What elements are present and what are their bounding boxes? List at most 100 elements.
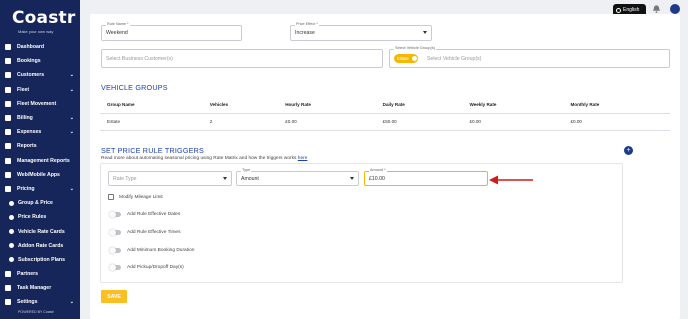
triggers-help-text: Read more about automating seasonal pric…	[101, 156, 298, 161]
table-row: Estate 2 £0.00 £50.00 £0.00 £0.00	[100, 113, 670, 131]
sidebar-item-label: Price Rules	[18, 214, 47, 221]
sidebar-item[interactable]: Bookings	[0, 54, 80, 68]
add-trigger-button[interactable]: +	[624, 146, 633, 155]
sidebar-item-label: Vehicle Rate Cards	[18, 228, 65, 235]
toggle-switch[interactable]	[109, 211, 121, 218]
chevron-down-icon	[223, 176, 227, 180]
column-header: Hourly Rate	[278, 96, 376, 114]
sidebar-nav: Dashboard Bookings Customers ⌄ Fleet ⌄ Fleet M…	[0, 40, 80, 310]
vehicle-groups-placeholder: Select Vehicle Group(s)	[427, 55, 482, 62]
rule-toggle-row[interactable]: Add Minimum Booking Duration	[109, 246, 195, 254]
rate-type-select[interactable]: Rate Type	[108, 171, 232, 186]
sidebar-item-label: Fleet	[17, 86, 30, 93]
amount-value: £10.00	[369, 175, 385, 182]
price-rules-icon	[9, 214, 14, 220]
toggle-label: Add Minimum Booking Duration	[127, 247, 195, 253]
sidebar-item[interactable]: Group & Price	[0, 196, 80, 210]
chevron-down-icon	[350, 176, 354, 180]
rule-toggle-row[interactable]: Add Rule Effective Dates	[109, 211, 181, 218]
type-label: Type	[241, 168, 252, 172]
sidebar-item[interactable]: Customers ⌄	[0, 68, 80, 82]
addon-rate-cards-icon	[9, 243, 14, 249]
rate-type-placeholder: Rate Type	[113, 175, 137, 182]
amount-label: Amount *	[369, 168, 387, 172]
sidebar-item[interactable]: Web/Mobile Apps	[0, 168, 80, 182]
sidebar-item[interactable]: Settings ⌄	[0, 295, 80, 309]
sidebar-item[interactable]: Billing ⌄	[0, 111, 80, 125]
sidebar-item[interactable]: Pricing ⌄	[0, 182, 80, 196]
table-cell: £0.00	[462, 113, 564, 131]
vehicle-rate-cards-icon	[9, 229, 14, 235]
dashboard-icon	[5, 44, 11, 51]
sidebar-item[interactable]: Expenses ⌄	[0, 125, 80, 139]
column-header: Monthly Rate	[563, 96, 670, 114]
sidebar-item[interactable]: Partners	[0, 267, 80, 281]
chevron-down-icon: ⌄	[69, 299, 74, 306]
business-customers-placeholder: Select Business Customer(s)	[106, 55, 173, 62]
task-manager-icon	[5, 285, 11, 292]
fleet-movement-icon	[5, 100, 11, 107]
rule-toggle-row[interactable]: Add Rule Effective Times	[109, 228, 181, 236]
type-select[interactable]: Type Amount	[236, 168, 359, 186]
management-reports-icon	[5, 157, 11, 164]
sidebar-item[interactable]: Addon Rate Cards	[0, 239, 80, 253]
business-customers-select[interactable]: Select Business Customer(s)	[101, 49, 383, 68]
sidebar-item[interactable]: Reports	[0, 139, 80, 153]
sidebar-item[interactable]: Management Reports	[0, 154, 80, 168]
user-avatar-icon[interactable]	[670, 4, 680, 14]
sidebar-item[interactable]: Fleet Movement	[0, 97, 80, 111]
sidebar-item[interactable]: Task Manager	[0, 281, 80, 295]
mileage-limit-checkbox[interactable]	[108, 194, 114, 200]
chevron-down-icon: ⌄	[69, 72, 74, 79]
bell-icon[interactable]	[652, 4, 661, 14]
reports-icon	[5, 143, 11, 150]
sidebar-item[interactable]: Dashboard	[0, 40, 80, 54]
sidebar-item-label: Management Reports	[17, 157, 70, 164]
triggers-help-link[interactable]: here	[298, 156, 308, 161]
column-header: Weekly Rate	[462, 96, 564, 114]
toggle-switch[interactable]	[109, 228, 121, 236]
rule-name-value: Weekend	[106, 30, 128, 36]
price-effect-select[interactable]: Price Effect * Increase	[290, 22, 432, 41]
sidebar-item-label: Subscription Plans	[18, 256, 65, 263]
toggle-switch[interactable]	[109, 246, 121, 254]
toggle-label: Add Rule Effective Dates	[127, 212, 181, 217]
chevron-down-icon: ⌄	[69, 129, 74, 136]
language-label: English	[623, 7, 640, 13]
customers-icon	[5, 72, 11, 79]
sidebar-item-label: Bookings	[17, 58, 41, 65]
rule-name-input[interactable]: Rule Name * Weekend	[101, 22, 242, 41]
price-effect-value: Increase	[295, 30, 315, 36]
save-button[interactable]: SAVE	[101, 290, 127, 303]
table-header-row: Group Name Vehicles Hourly Rate Daily Rate W…	[100, 96, 670, 114]
sidebar-item-label: Addon Rate Cards	[18, 242, 64, 249]
sidebar: Coastr Make your own way Dashboard Bookin…	[0, 0, 80, 319]
sidebar-item[interactable]: Subscription Plans	[0, 253, 80, 267]
type-value: Amount	[241, 175, 259, 182]
vehicle-groups-label: Select Vehicle Group(s)	[394, 46, 436, 50]
toggle-label: Add Rule Effective Times	[127, 229, 181, 235]
sidebar-item-label: Settings	[17, 299, 38, 306]
sidebar-item-label: Fleet Movement	[17, 100, 57, 107]
sidebar-item[interactable]: Price Rules	[0, 210, 80, 224]
rule-toggle-row[interactable]: Add Pickup/Dropoff Day(s)	[109, 264, 184, 272]
toggle-switch[interactable]	[109, 264, 121, 272]
close-icon[interactable]	[411, 56, 417, 61]
apps-icon	[5, 171, 11, 178]
sidebar-item[interactable]: Fleet ⌄	[0, 83, 80, 97]
table-cell: £0.00	[563, 113, 670, 131]
expenses-icon	[5, 129, 11, 136]
price-effect-label: Price Effect *	[295, 22, 319, 26]
amount-input[interactable]: Amount * £10.00	[364, 168, 488, 186]
logo-tagline: Make your own way	[18, 29, 54, 34]
mileage-limit-checkbox-row[interactable]: Modify Mileage Limit	[108, 194, 163, 200]
chip-label: Estate	[397, 56, 409, 61]
rule-name-label: Rule Name *	[106, 22, 130, 26]
partners-icon	[5, 271, 11, 278]
vehicle-groups-select[interactable]: Select Vehicle Group(s) Select Vehicle G…	[389, 46, 670, 68]
brand-logo[interactable]: Coastr Make your own way	[6, 8, 76, 36]
vehicle-group-chip[interactable]: Estate	[394, 54, 418, 63]
mileage-limit-label: Modify Mileage Limit	[119, 194, 163, 200]
sidebar-item[interactable]: Vehicle Rate Cards	[0, 224, 80, 238]
triggers-title: SET PRICE RULE TRIGGERS	[101, 146, 204, 155]
